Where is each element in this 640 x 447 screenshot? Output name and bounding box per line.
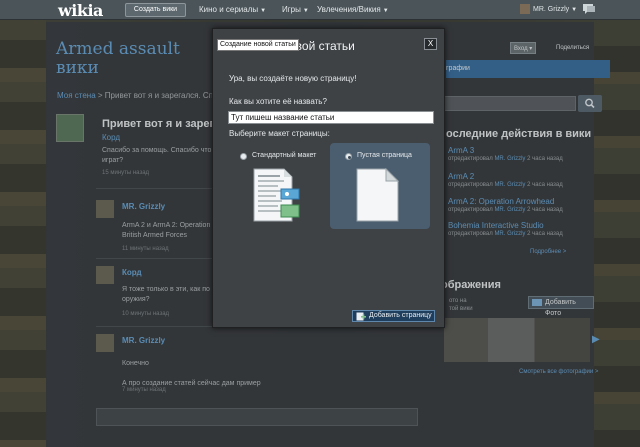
chevron-down-icon: ▼ [382, 8, 389, 14]
layout-radio-blank[interactable] [345, 153, 352, 160]
name-label: Как вы хотите её назвать? [229, 97, 327, 106]
blank-page-icon [356, 167, 400, 222]
layout-radio-standard[interactable] [240, 153, 247, 160]
nav-movies-tv[interactable]: Кино и сериалы ▼ [199, 5, 266, 14]
chevron-down-icon: ▼ [260, 8, 267, 14]
chevron-down-icon: ▼ [302, 8, 309, 14]
user-menu[interactable]: MR. Grizzly ▼ [520, 4, 577, 14]
chevron-down-icon: ▼ [571, 6, 578, 13]
nav-lifestyle[interactable]: Увлечения/Викия ▼ [317, 5, 389, 14]
add-page-button[interactable]: Добавить страницу [352, 310, 435, 322]
dialog-title: овой статьи [289, 39, 355, 53]
layout-label: Выберите макет страницы: [229, 129, 330, 138]
page-name-input[interactable] [228, 111, 434, 124]
close-icon: X [427, 39, 434, 48]
tooltip: Создание новой статьи [217, 39, 299, 51]
wikia-logo[interactable]: wikia [58, 1, 103, 20]
avatar [520, 4, 530, 14]
nav-games[interactable]: Игры ▼ [282, 5, 309, 14]
standard-layout-icon [253, 168, 300, 222]
create-wiki-button[interactable]: Создать вики [125, 3, 186, 17]
layout-option-standard[interactable]: Стандартный макет [230, 143, 330, 229]
global-navigation: wikia Создать вики Кино и сериалы ▼ Игры ▼… [0, 0, 640, 20]
add-page-icon [356, 312, 366, 321]
dialog-intro: Ура, вы создаёте новую страницу! [229, 74, 357, 83]
close-button[interactable]: X [424, 38, 437, 50]
create-page-dialog: овой статьи Создание новой статьи X Ура,… [212, 28, 445, 328]
layout-option-blank[interactable]: Пустая страница [330, 143, 430, 229]
messages-icon[interactable] [582, 3, 596, 15]
